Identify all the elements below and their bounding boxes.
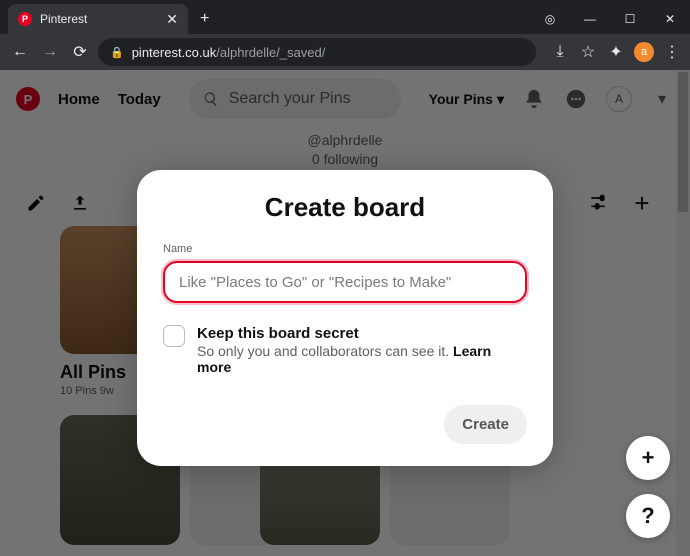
secret-subtitle: So only you and collaborators can see it… bbox=[197, 343, 527, 375]
secret-checkbox[interactable] bbox=[163, 325, 185, 347]
maximize-button[interactable]: ☐ bbox=[610, 4, 650, 34]
fab-add[interactable]: + bbox=[626, 436, 670, 480]
extensions-icon[interactable]: ✦ bbox=[606, 42, 626, 62]
pinterest-favicon: P bbox=[18, 12, 32, 26]
install-app-icon[interactable]: ⤓ bbox=[550, 42, 570, 62]
tab-close-button[interactable]: ✕ bbox=[166, 11, 178, 28]
new-tab-button[interactable]: + bbox=[200, 10, 209, 28]
lock-icon: 🔒 bbox=[110, 46, 124, 59]
name-label: Name bbox=[163, 243, 527, 255]
tab-title: Pinterest bbox=[40, 12, 160, 26]
create-board-modal: Create board Name Keep this board secret… bbox=[137, 170, 553, 466]
modal-title: Create board bbox=[163, 192, 527, 223]
reload-button[interactable]: ⟳ bbox=[68, 40, 92, 64]
url-text: pinterest.co.uk/alphrdelle/_saved/ bbox=[132, 45, 326, 60]
menu-icon[interactable]: ⋮ bbox=[662, 42, 682, 62]
close-window-button[interactable]: ✕ bbox=[650, 4, 690, 34]
browser-tab[interactable]: P Pinterest ✕ bbox=[8, 4, 188, 34]
bookmark-icon[interactable]: ☆ bbox=[578, 42, 598, 62]
create-button[interactable]: Create bbox=[444, 405, 527, 444]
browser-titlebar: P Pinterest ✕ + ◎ — ☐ ✕ bbox=[0, 0, 690, 34]
minimize-button[interactable]: — bbox=[570, 4, 610, 34]
board-name-input[interactable] bbox=[163, 261, 527, 303]
browser-toolbar: ← → ⟳ 🔒 pinterest.co.uk/alphrdelle/_save… bbox=[0, 34, 690, 70]
fab-help[interactable]: ? bbox=[626, 494, 670, 538]
secret-title: Keep this board secret bbox=[197, 325, 527, 342]
target-icon[interactable]: ◎ bbox=[530, 4, 570, 34]
forward-button[interactable]: → bbox=[38, 40, 62, 64]
browser-profile-avatar[interactable]: a bbox=[634, 42, 654, 62]
address-bar[interactable]: 🔒 pinterest.co.uk/alphrdelle/_saved/ bbox=[98, 38, 536, 66]
back-button[interactable]: ← bbox=[8, 40, 32, 64]
